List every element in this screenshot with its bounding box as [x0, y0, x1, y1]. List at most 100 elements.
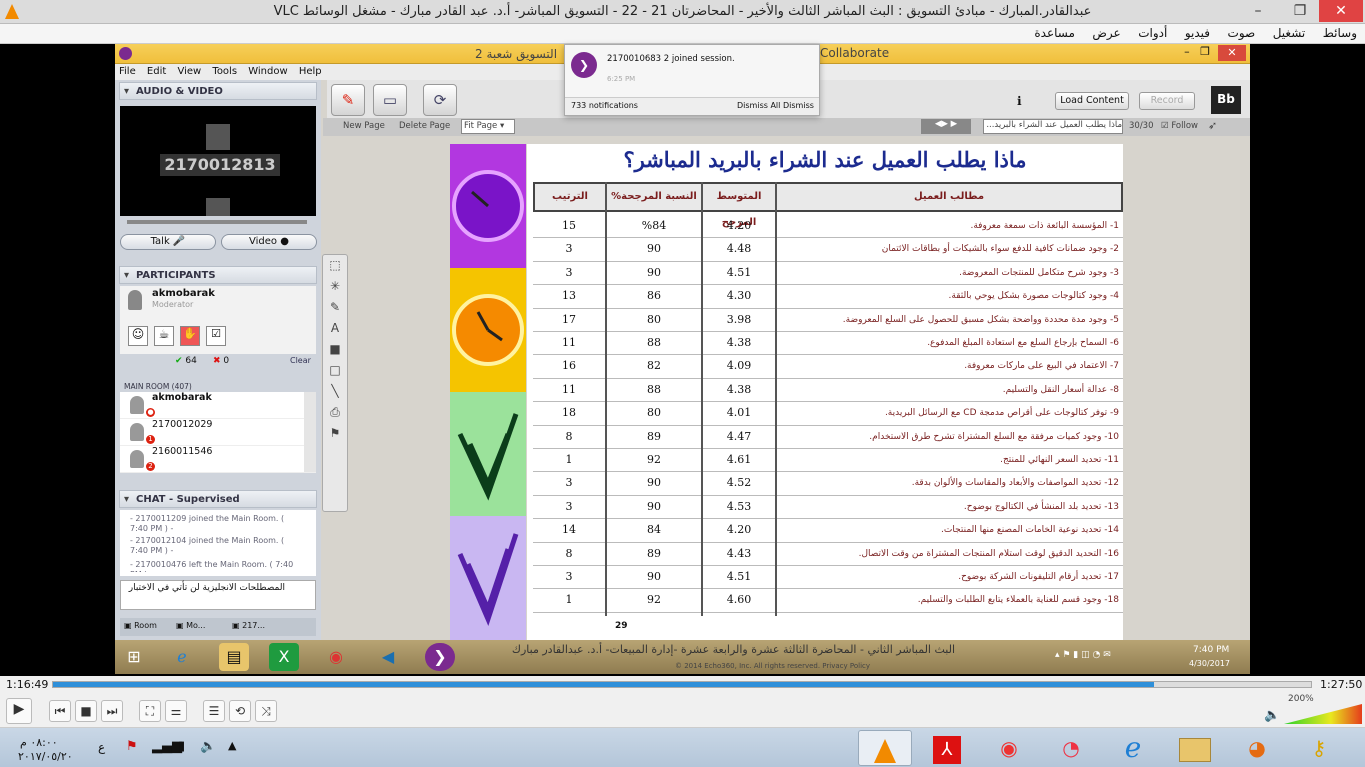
shuffle-button[interactable]: ⤨	[255, 700, 277, 722]
clear-button[interactable]: Clear	[290, 356, 311, 365]
keys-taskbar-icon[interactable]: ⚷	[1292, 730, 1346, 766]
opera-taskbar-icon[interactable]: ◔	[1044, 730, 1098, 766]
show-hidden-icons[interactable]: ▲	[228, 739, 236, 752]
bb-menu-view[interactable]: View	[177, 64, 201, 80]
volume-slider[interactable]	[1284, 702, 1362, 724]
fullscreen-button[interactable]: ⛶	[139, 700, 161, 722]
video-button[interactable]: Video ●	[221, 234, 317, 250]
chat-panel-header[interactable]: CHAT - Supervised	[119, 490, 317, 509]
firefox-taskbar-icon[interactable]: ◕	[1230, 730, 1284, 766]
menu-audio[interactable]: صوت	[1228, 24, 1256, 43]
chat-line: - 2170012104 joined the Main Room. ( 7:4…	[130, 536, 285, 555]
cell-pct: 80	[647, 406, 661, 420]
vlc-taskbar-icon[interactable]	[858, 730, 912, 766]
recorded-clock-time: 7:40 PM	[1193, 645, 1230, 655]
participant-row[interactable]: 2160011546 2	[120, 446, 316, 473]
maximize-button[interactable]: ❐	[1285, 0, 1315, 22]
pointer-tool-icon[interactable]: ✳	[323, 276, 347, 297]
pointer-icon[interactable]: ➶	[1208, 119, 1217, 132]
language-indicator[interactable]: ع	[98, 740, 105, 754]
vlc-title-bar: عبدالقادر.المبارك - مبادئ التسويق : البث…	[0, 0, 1365, 24]
record-button[interactable]: Record	[1139, 92, 1195, 110]
menu-help[interactable]: مساعدة	[1034, 24, 1075, 43]
explorer-taskbar-icon[interactable]	[1168, 730, 1222, 766]
line-tool-icon[interactable]: ╲	[323, 381, 347, 402]
extended-settings-button[interactable]: ⚌	[165, 700, 187, 722]
av-panel-header[interactable]: AUDIO & VIDEO	[119, 82, 317, 101]
bb-close-button[interactable]: ✕	[1218, 45, 1246, 61]
talk-button[interactable]: Talk 🎤	[120, 234, 216, 250]
load-content-button[interactable]: Load Content	[1055, 92, 1129, 110]
text-tool-icon[interactable]: A	[323, 318, 347, 339]
tab-private-label: 217...	[242, 621, 266, 630]
dismiss-button[interactable]: Dismiss	[783, 101, 814, 110]
bb-menu-edit[interactable]: Edit	[147, 64, 166, 80]
next-button[interactable]: ⏭	[101, 700, 123, 722]
participant-name: 2170012029	[152, 419, 213, 430]
tab-private[interactable]: ▣ 217...	[232, 621, 265, 630]
poll-icon[interactable]: ☑	[206, 326, 226, 346]
menu-playback[interactable]: تشغيل	[1273, 24, 1306, 43]
rectangle-tool-icon[interactable]: □	[323, 360, 347, 381]
participant-row[interactable]: 2170012029 1	[120, 419, 316, 446]
select-tool-icon[interactable]: ⬚	[323, 255, 347, 276]
previous-button[interactable]: ⏮	[49, 700, 71, 722]
new-page-button[interactable]: New Page	[343, 121, 385, 131]
menu-media[interactable]: وسائط	[1323, 24, 1357, 43]
page-nav-buttons[interactable]: ◀▶ ▶	[921, 119, 971, 134]
zoom-select[interactable]: Fit Page ▾	[461, 119, 515, 134]
play-button[interactable]: ▶	[6, 698, 32, 724]
cell-avg: 4.60	[726, 593, 752, 607]
seek-bar[interactable]	[52, 681, 1312, 688]
raise-hand-icon[interactable]: ✋	[180, 326, 200, 346]
bb-minimize-icon[interactable]: – ❐	[1184, 45, 1210, 58]
minimize-button[interactable]: –	[1243, 0, 1273, 22]
app-share-icon[interactable]: ▭	[373, 84, 407, 116]
loop-button[interactable]: ⟲	[229, 700, 251, 722]
participant-row[interactable]: akmobarak ●	[120, 392, 316, 419]
volume-slider[interactable]	[127, 220, 307, 224]
clipart-tool-icon[interactable]: ⚑	[323, 423, 347, 444]
table-row: 14 84 4.20 14- تحديد نوعية الخامات المصنع م…	[533, 519, 1123, 543]
participants-panel-header[interactable]: PARTICIPANTS	[119, 266, 317, 285]
screenshot-tool-icon[interactable]: ⎙	[323, 402, 347, 423]
tab-room[interactable]: ▣ Room	[124, 621, 157, 630]
close-button[interactable]: ✕	[1319, 0, 1363, 22]
bb-menu-help[interactable]: Help	[299, 64, 322, 80]
acrobat-taskbar-icon[interactable]: ⅄	[920, 730, 974, 766]
menu-video[interactable]: فيديو	[1185, 24, 1210, 43]
follow-checkbox[interactable]: ☑ Follow	[1161, 121, 1198, 131]
stop-button[interactable]: ■	[75, 700, 97, 722]
pen-tool-icon[interactable]: ✎	[323, 297, 347, 318]
menu-view[interactable]: عرض	[1092, 24, 1120, 43]
dismiss-all-button[interactable]: Dismiss All	[737, 101, 780, 110]
ie-taskbar-icon[interactable]: ℯ	[1106, 730, 1160, 766]
video-frame[interactable]: التسويق شعبة 2 Collaborate – ❐ ✕ File Ed…	[115, 44, 1250, 674]
menu-tools[interactable]: أدوات	[1138, 24, 1167, 43]
bb-menu-tools[interactable]: Tools	[212, 64, 237, 80]
whiteboard-icon[interactable]: ✎	[331, 84, 365, 116]
user-silhouette-icon	[206, 124, 230, 150]
page-select[interactable]: ماذا يطلب العميل عند الشراء بالبريد...	[983, 119, 1123, 134]
bb-menu-file[interactable]: File	[119, 64, 136, 80]
web-tour-icon[interactable]: ⟳	[423, 84, 457, 116]
delete-page-button[interactable]: Delete Page	[399, 121, 450, 131]
bb-menu-window[interactable]: Window	[248, 64, 287, 80]
chat-input[interactable]: المصطلحات الانجليزية لن تأتي في الاختبار	[120, 580, 316, 610]
action-center-icon[interactable]: ⚑	[126, 739, 138, 754]
cell-rank: 15	[562, 219, 576, 232]
speaker-icon[interactable]: 🔈	[1264, 708, 1280, 723]
fill-tool-icon[interactable]: ■	[323, 339, 347, 360]
table-row: 16 82 4.09 7- الاعتماد في البيع على ماركات …	[533, 355, 1123, 379]
excel-icon: X	[269, 643, 299, 671]
step-away-icon[interactable]: ☕	[154, 326, 174, 346]
chrome-taskbar-icon[interactable]: ◉	[982, 730, 1036, 766]
participants-scrollbar[interactable]	[304, 392, 316, 472]
emoticon-icon[interactable]: ☺	[128, 326, 148, 346]
playlist-button[interactable]: ☰	[203, 700, 225, 722]
tab-moderator[interactable]: ▣ Mo...	[176, 621, 205, 630]
battery-icon[interactable]: ▮	[178, 739, 185, 754]
volume-icon[interactable]: 🔈	[200, 739, 216, 754]
info-icon[interactable]: ℹ	[1017, 94, 1022, 108]
moderator-name: akmobarak	[152, 288, 215, 299]
